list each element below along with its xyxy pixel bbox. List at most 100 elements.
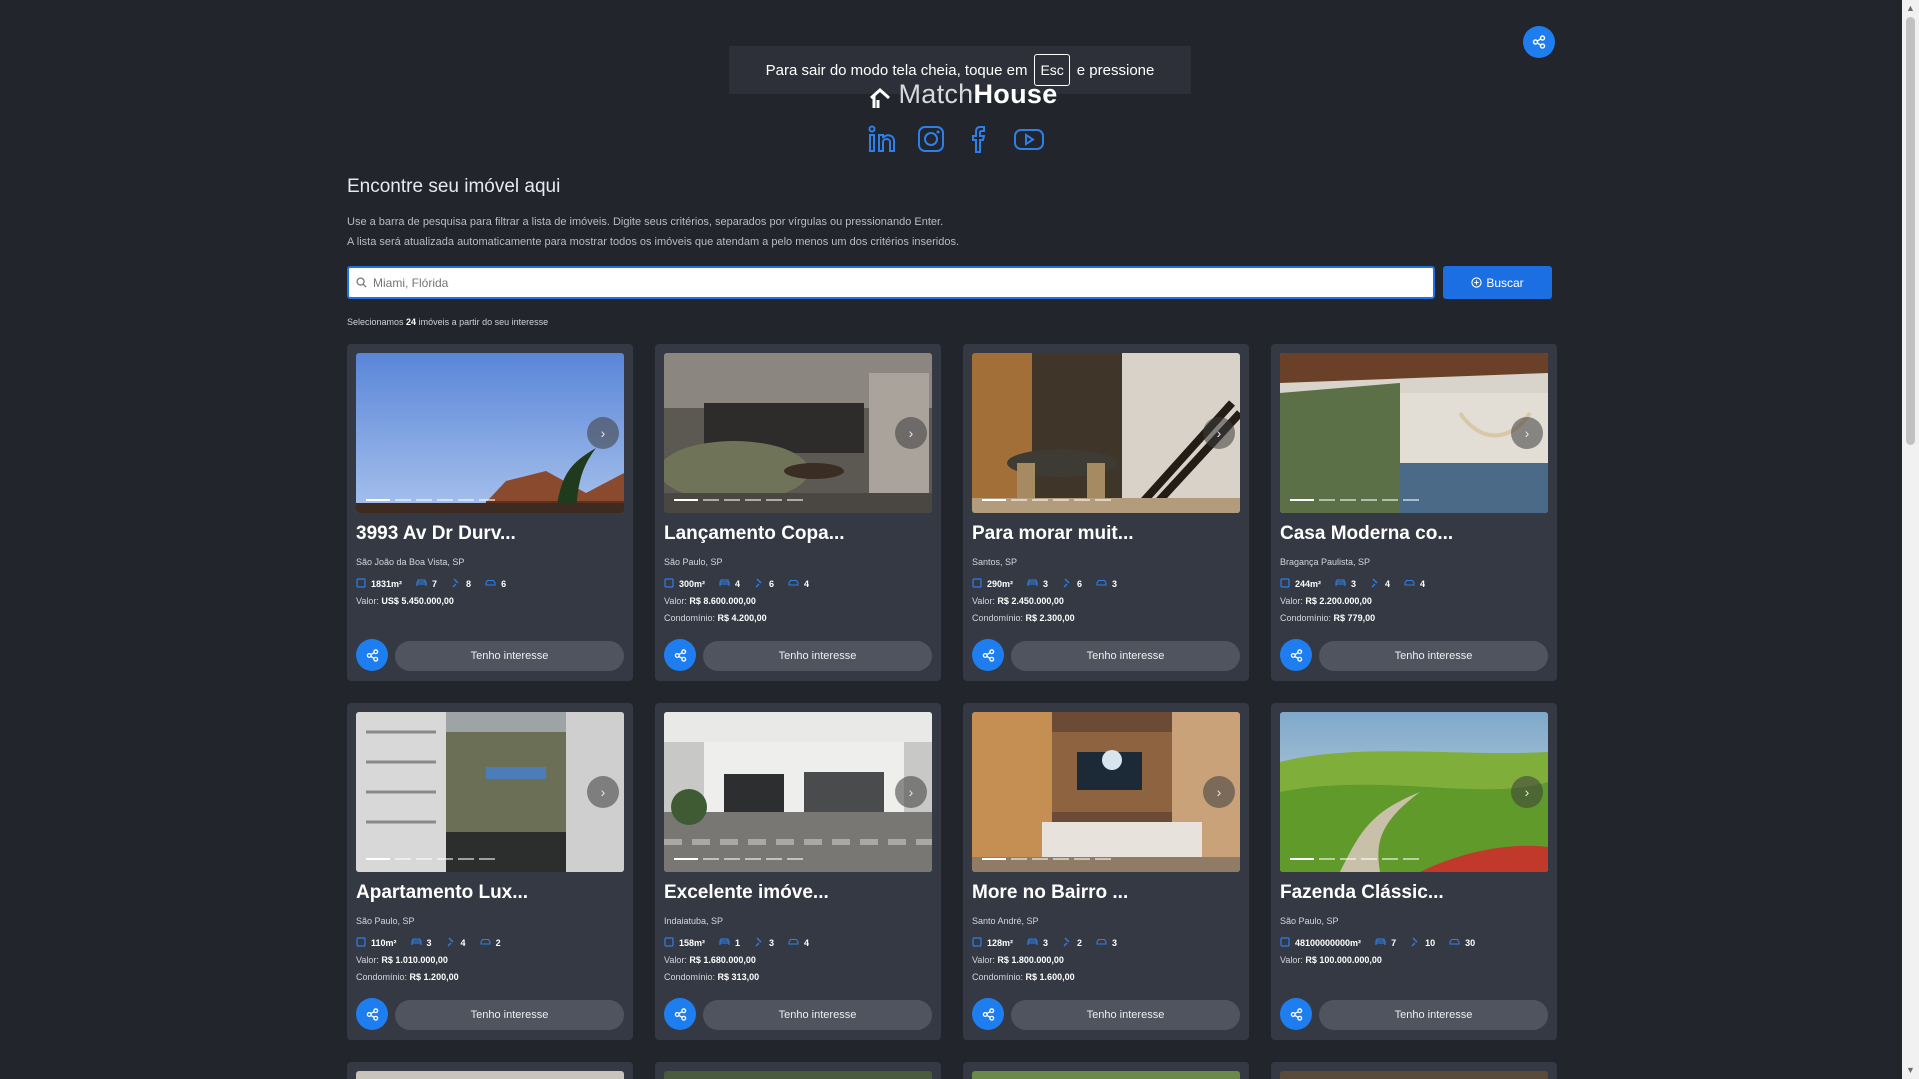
area-value: 300m²: [679, 579, 706, 589]
area-value: 158m²: [679, 938, 706, 948]
interest-button[interactable]: Tenho interesse: [1319, 1000, 1548, 1030]
scrollbar-thumb[interactable]: [1906, 17, 1915, 445]
carousel-next-button[interactable]: ›: [1511, 776, 1543, 808]
facebook-icon[interactable]: [964, 123, 996, 155]
logo[interactable]: MatchHouse: [848, 78, 1078, 110]
card-share-button[interactable]: [664, 639, 696, 671]
instagram-icon[interactable]: [915, 123, 947, 155]
property-photo[interactable]: ›: [664, 353, 932, 513]
interest-button[interactable]: Tenho interesse: [1011, 1000, 1240, 1030]
property-card[interactable]: › Para morar muit... Santos, SP 290m² 3 …: [963, 344, 1249, 681]
property-card[interactable]: [347, 1062, 633, 1079]
property-title[interactable]: Lançamento Copa...: [664, 523, 845, 545]
chevron-right-icon: ›: [1216, 784, 1222, 800]
condo-line: Condomínio: R$ 1.200,00: [356, 972, 459, 982]
carousel-indicators[interactable]: [1290, 858, 1419, 860]
carousel-next-button[interactable]: ›: [1203, 417, 1235, 449]
carousel-indicators[interactable]: [674, 499, 803, 501]
property-title[interactable]: More no Bairro ...: [972, 882, 1128, 904]
search-input[interactable]: [373, 275, 1433, 290]
carousel-next-button[interactable]: ›: [587, 417, 619, 449]
property-card[interactable]: › Fazenda Clássic... São Paulo, SP 48100…: [1271, 703, 1557, 1040]
parking-value: 3: [1112, 579, 1118, 589]
carousel-next-button[interactable]: ›: [1511, 417, 1543, 449]
property-card[interactable]: › Excelente imóve... Indaiatuba, SP 158m…: [655, 703, 941, 1040]
card-share-button[interactable]: [1280, 639, 1312, 671]
property-title[interactable]: Para morar muit...: [972, 523, 1134, 545]
property-photo[interactable]: ›: [664, 712, 932, 872]
parking-value: 4: [1420, 579, 1426, 589]
bathrooms-value: 6: [1077, 579, 1083, 589]
interest-button[interactable]: Tenho interesse: [1011, 641, 1240, 671]
description-line-2: A lista será atualizada automaticamente …: [347, 236, 960, 248]
carousel-next-button[interactable]: ›: [1203, 776, 1235, 808]
share-icon: [1290, 648, 1302, 662]
property-photo[interactable]: [972, 1071, 1240, 1079]
carousel-next-button[interactable]: ›: [587, 776, 619, 808]
share-icon: [982, 1007, 994, 1021]
property-title[interactable]: Casa Moderna co...: [1280, 523, 1453, 545]
property-photo[interactable]: ›: [972, 712, 1240, 872]
interest-button[interactable]: Tenho interesse: [395, 1000, 624, 1030]
property-card[interactable]: › Lançamento Copa... São Paulo, SP 300m²…: [655, 344, 941, 681]
bedrooms-value: 3: [1043, 579, 1049, 589]
share-button[interactable]: [1523, 26, 1555, 58]
condo-line: Condomínio: R$ 2.300,00: [972, 613, 1075, 623]
property-card[interactable]: › 3993 Av Dr Durv... São João da Boa Vis…: [347, 344, 633, 681]
interest-button[interactable]: Tenho interesse: [703, 641, 932, 671]
card-share-button[interactable]: [972, 639, 1004, 671]
card-share-button[interactable]: [356, 639, 388, 671]
property-title[interactable]: Excelente imóve...: [664, 882, 829, 904]
property-photo[interactable]: ›: [972, 353, 1240, 513]
carousel-next-button[interactable]: ›: [895, 417, 927, 449]
property-photo[interactable]: ›: [356, 353, 624, 513]
property-photo[interactable]: ›: [1280, 353, 1548, 513]
property-title[interactable]: 3993 Av Dr Durv...: [356, 523, 516, 545]
linkedin-icon[interactable]: [866, 123, 898, 155]
carousel-indicators[interactable]: [1290, 499, 1419, 501]
property-title[interactable]: Apartamento Lux...: [356, 882, 528, 904]
carousel-indicators[interactable]: [674, 858, 803, 860]
property-photo[interactable]: [664, 1071, 932, 1079]
house-logo-icon: [870, 87, 891, 108]
scroll-up-arrow[interactable]: ▲: [1902, 0, 1919, 17]
bathroom-icon: [446, 937, 456, 949]
card-share-button[interactable]: [972, 998, 1004, 1030]
condo-value: R$ 313,00: [717, 972, 760, 982]
property-photo[interactable]: ›: [356, 712, 624, 872]
card-share-button[interactable]: [664, 998, 696, 1030]
property-photo[interactable]: ›: [1280, 712, 1548, 872]
price-value: R$ 2.450.000,00: [997, 596, 1064, 606]
scrollbar[interactable]: ▲ ▼: [1902, 0, 1919, 1079]
property-card[interactable]: [1271, 1062, 1557, 1079]
carousel-indicators[interactable]: [366, 499, 495, 501]
carousel-indicators[interactable]: [982, 858, 1111, 860]
bedrooms-value: 3: [1043, 938, 1049, 948]
bathroom-icon: [451, 578, 461, 590]
youtube-icon[interactable]: [1013, 123, 1045, 155]
search-field[interactable]: [347, 266, 1435, 299]
carousel-next-button[interactable]: ›: [895, 776, 927, 808]
property-card[interactable]: › Apartamento Lux... São Paulo, SP 110m²…: [347, 703, 633, 1040]
interest-button[interactable]: Tenho interesse: [703, 1000, 932, 1030]
property-photo[interactable]: [1280, 1071, 1548, 1079]
bedrooms-value: 1: [735, 938, 741, 948]
property-card[interactable]: [963, 1062, 1249, 1079]
search-button[interactable]: Buscar: [1443, 266, 1552, 299]
property-title[interactable]: Fazenda Clássic...: [1280, 882, 1444, 904]
property-photo-image: [1280, 712, 1548, 872]
interest-button[interactable]: Tenho interesse: [1319, 641, 1548, 671]
area-icon: [664, 578, 674, 590]
card-share-button[interactable]: [356, 998, 388, 1030]
interest-button[interactable]: Tenho interesse: [395, 641, 624, 671]
carousel-indicators[interactable]: [982, 499, 1111, 501]
parking-value: 2: [495, 938, 501, 948]
scroll-down-arrow[interactable]: ▼: [1902, 1062, 1919, 1079]
bathrooms-value: 2: [1077, 938, 1083, 948]
property-card[interactable]: › More no Bairro ... Santo André, SP 128…: [963, 703, 1249, 1040]
carousel-indicators[interactable]: [366, 858, 495, 860]
card-share-button[interactable]: [1280, 998, 1312, 1030]
property-photo[interactable]: [356, 1071, 624, 1079]
property-card[interactable]: [655, 1062, 941, 1079]
property-card[interactable]: › Casa Moderna co... Bragança Paulista, …: [1271, 344, 1557, 681]
